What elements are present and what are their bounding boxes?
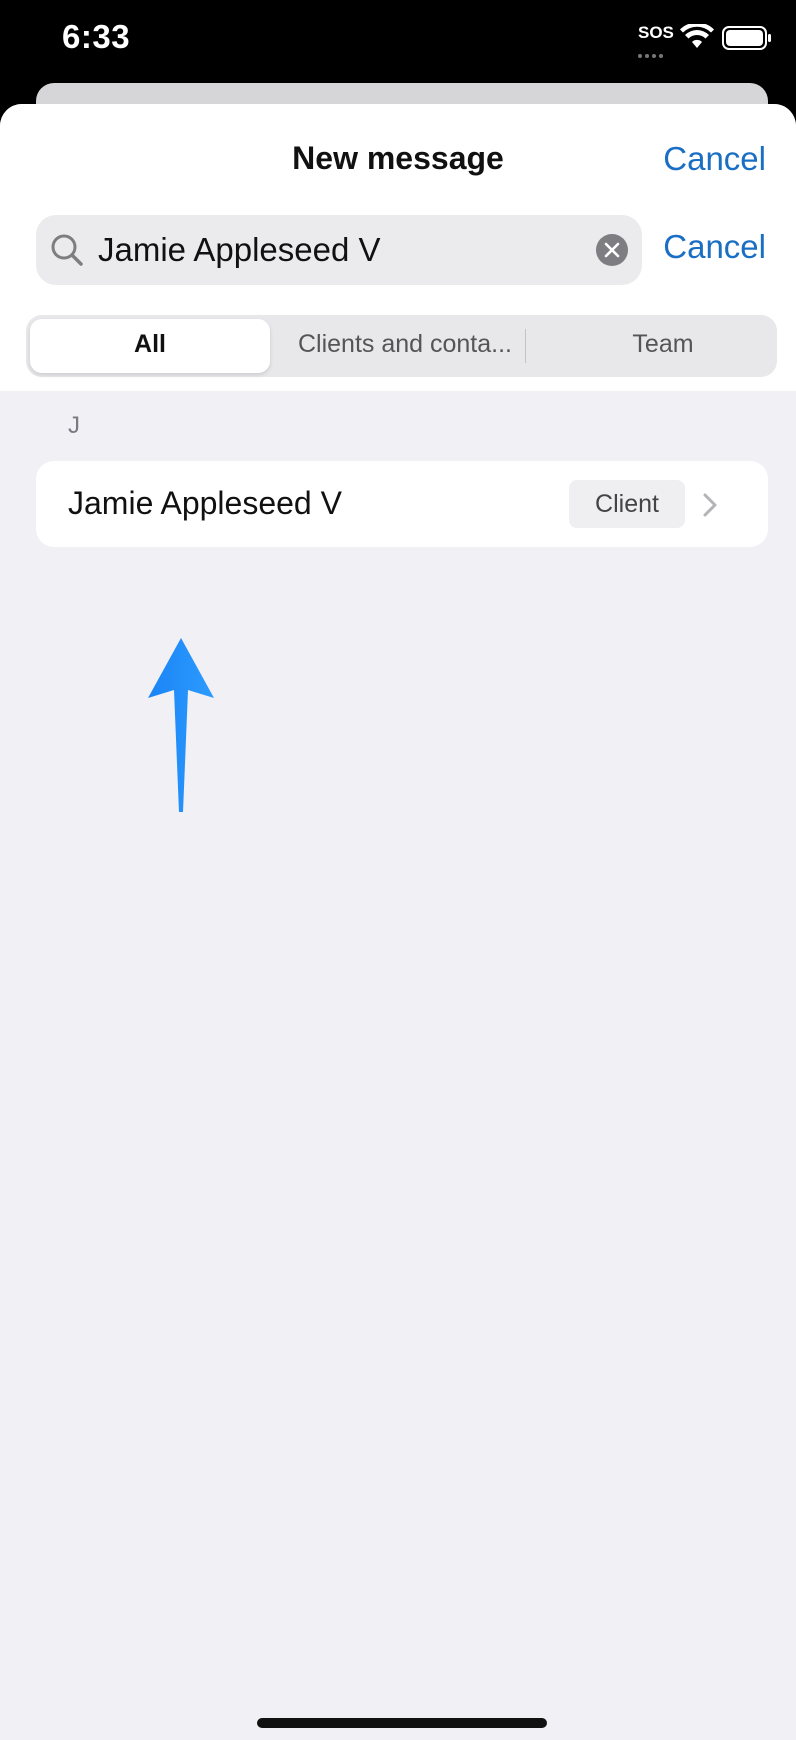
home-indicator xyxy=(257,1718,547,1728)
header-cancel-button[interactable]: Cancel xyxy=(663,140,766,178)
sheet-header: New message Cancel Jamie Appleseed V Can… xyxy=(0,104,796,391)
filter-segmented-control: All Clients and conta... Team xyxy=(26,315,777,377)
chevron-right-icon xyxy=(703,493,717,517)
contact-type-badge: Client xyxy=(569,480,685,528)
segment-divider xyxy=(525,329,526,363)
new-message-sheet: New message Cancel Jamie Appleseed V Can… xyxy=(0,104,796,1740)
signal-dots-icon xyxy=(638,45,668,58)
contact-name: Jamie Appleseed V xyxy=(68,485,342,521)
clear-search-icon[interactable] xyxy=(596,234,628,266)
tab-team[interactable]: Team xyxy=(552,330,774,359)
sos-indicator: SOS xyxy=(638,23,674,42)
section-header: J xyxy=(68,412,80,439)
status-bar: 6:33 SOS xyxy=(0,0,796,80)
search-value: Jamie Appleseed V xyxy=(98,231,381,268)
tab-all[interactable]: All xyxy=(30,330,270,359)
search-icon xyxy=(51,234,83,266)
list-item[interactable]: Jamie Appleseed V Client xyxy=(36,461,768,547)
up-arrow-annotation-icon xyxy=(148,638,214,812)
wifi-icon xyxy=(680,24,714,48)
status-time: 6:33 xyxy=(62,18,131,55)
tab-clients-and-contacts[interactable]: Clients and conta... xyxy=(278,330,532,359)
battery-icon xyxy=(722,26,771,50)
search-input[interactable]: Jamie Appleseed V xyxy=(36,215,642,285)
search-cancel-button[interactable]: Cancel xyxy=(663,228,766,266)
